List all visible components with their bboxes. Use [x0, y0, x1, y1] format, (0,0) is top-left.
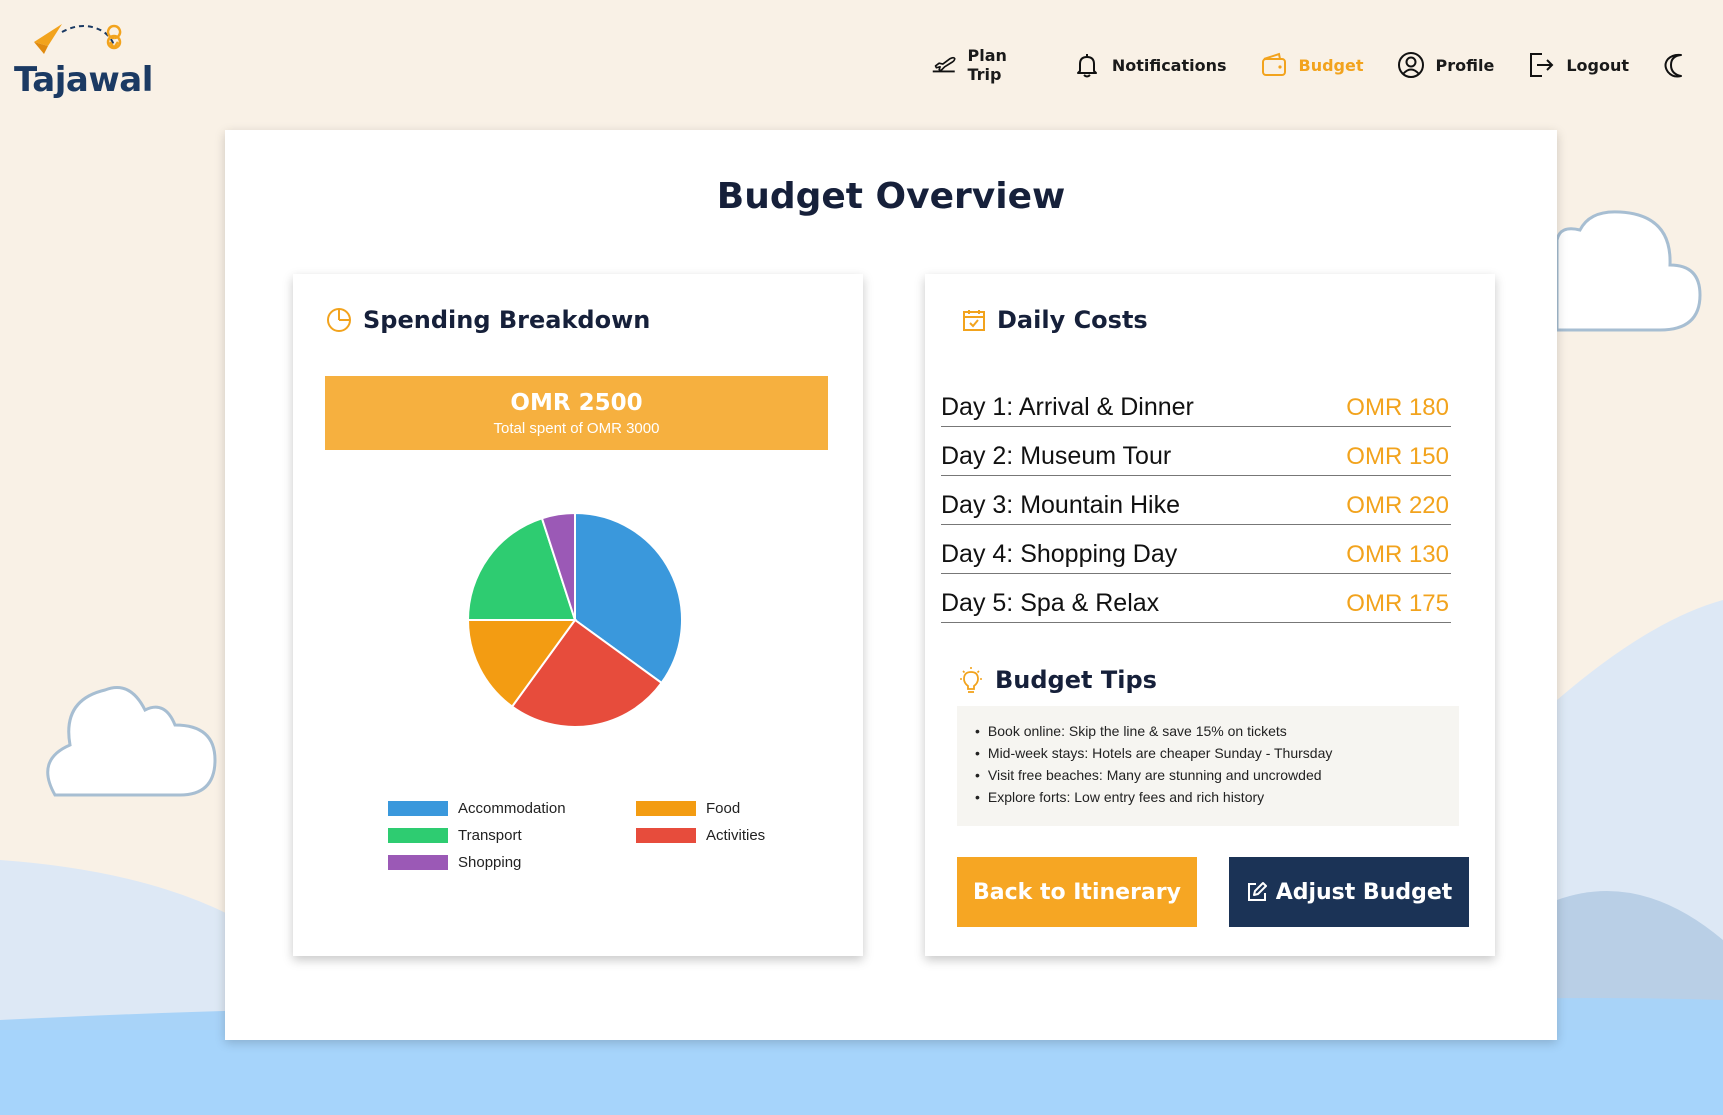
- total-amount: OMR 2500: [510, 390, 643, 416]
- bell-icon: [1076, 54, 1097, 78]
- cloud-left: [46, 686, 217, 797]
- nav-label: Notifications: [1111, 55, 1227, 75]
- nav-logout[interactable]: Logout: [1526, 50, 1629, 80]
- plane-icon: [932, 56, 956, 73]
- cost-day-label: Day 5: Spa & Relax: [941, 589, 1160, 617]
- top-nav: Plan Trip Notifications Budget Profile L…: [930, 46, 1723, 84]
- moon-icon: [1664, 53, 1682, 78]
- pie-clock-icon: [327, 308, 351, 332]
- paper-plane-route-icon: [34, 24, 122, 54]
- cost-amount: OMR 220: [1346, 492, 1449, 519]
- cost-amount: OMR 150: [1346, 443, 1449, 470]
- tip-item: Book online: Skip the line & save 15% on…: [975, 720, 1459, 742]
- nav-label: Budget: [1298, 55, 1364, 75]
- spending-breakdown-panel: Spending Breakdown OMR 2500 Total spent …: [293, 274, 863, 956]
- cost-day-label: Day 2: Museum Tour: [941, 442, 1172, 470]
- calendar-check-icon: [963, 310, 985, 331]
- list-item: Day 3: Mountain Hike OMR 220: [941, 476, 1451, 525]
- user-circle-icon: [1397, 52, 1424, 78]
- legend-item[interactable]: Transport: [388, 827, 522, 844]
- cost-amount: OMR 175: [1346, 590, 1449, 617]
- cost-amount: OMR 130: [1346, 541, 1449, 568]
- back-to-itinerary-button[interactable]: Back to Itinerary: [957, 857, 1197, 927]
- spending-header: Spending Breakdown: [325, 306, 650, 334]
- nav-budget[interactable]: Budget: [1259, 50, 1364, 80]
- nav-profile[interactable]: Profile: [1396, 50, 1495, 80]
- legend-item[interactable]: Food: [636, 800, 740, 817]
- nav-label: Logout: [1566, 55, 1629, 75]
- cost-day-label: Day 4: Shopping Day: [941, 540, 1178, 568]
- wallet-icon: [1261, 52, 1286, 76]
- legend-label: Transport: [458, 827, 522, 844]
- list-item: Day 4: Shopping Day OMR 130: [941, 525, 1451, 574]
- cost-day-label: Day 3: Mountain Hike: [941, 491, 1181, 519]
- adjust-budget-button[interactable]: Adjust Budget: [1229, 857, 1469, 927]
- nav-notifications[interactable]: Notifications: [1072, 50, 1227, 80]
- legend-label: Food: [706, 800, 741, 817]
- daily-costs-title: Daily Costs: [997, 306, 1148, 334]
- spending-pie-chart: [466, 511, 683, 728]
- daily-cost-list: Day 1: Arrival & Dinner OMR 180 Day 2: M…: [941, 378, 1451, 623]
- list-item: Day 1: Arrival & Dinner OMR 180: [941, 378, 1451, 427]
- legend-swatch: [636, 828, 696, 843]
- brand-logo[interactable]: Tajawal: [14, 20, 153, 100]
- daily-costs-header: Daily Costs: [961, 306, 1148, 334]
- brand-name: Tajawal: [14, 60, 153, 100]
- page-title: Budget Overview: [716, 176, 1066, 217]
- legend-swatch: [388, 801, 448, 816]
- budget-tips-box: Book online: Skip the line & save 15% on…: [957, 706, 1459, 826]
- back-button-label: Back to Itinerary: [973, 879, 1181, 905]
- budget-tips-header: Budget Tips: [957, 666, 1157, 694]
- legend-item[interactable]: Shopping: [388, 854, 521, 871]
- tip-item: Explore forts: Low entry fees and rich h…: [975, 786, 1459, 808]
- cost-day-label: Day 1: Arrival & Dinner: [941, 393, 1194, 421]
- adjust-button-label: Adjust Budget: [1275, 879, 1453, 905]
- legend-item[interactable]: Accommodation: [388, 800, 566, 817]
- spending-title: Spending Breakdown: [363, 306, 651, 334]
- cost-amount: OMR 180: [1346, 394, 1449, 421]
- tip-item: Mid-week stays: Hotels are cheaper Sunda…: [975, 742, 1459, 764]
- list-item: Day 2: Museum Tour OMR 150: [941, 427, 1451, 476]
- nav-label: Profile: [1435, 55, 1495, 75]
- tip-item: Visit free beaches: Many are stunning an…: [975, 764, 1459, 786]
- edit-icon: [1247, 882, 1267, 901]
- tips-list: Book online: Skip the line & save 15% on…: [975, 720, 1459, 808]
- legend-label: Shopping: [458, 854, 522, 871]
- daily-costs-panel: Daily Costs Day 1: Arrival & Dinner OMR …: [925, 274, 1495, 956]
- logout-icon: [1530, 53, 1554, 77]
- legend-label: Accommodation: [458, 800, 566, 817]
- total-caption: Total spent of OMR 3000: [493, 420, 660, 437]
- nav-plan-trip[interactable]: Plan Trip: [930, 46, 1040, 84]
- list-item: Day 5: Spa & Relax OMR 175: [941, 574, 1451, 623]
- legend-swatch: [636, 801, 696, 816]
- lightbulb-icon: [960, 667, 982, 693]
- legend-item[interactable]: Activities: [636, 827, 765, 844]
- legend-swatch: [388, 855, 448, 870]
- budget-tips-title: Budget Tips: [995, 666, 1157, 694]
- total-spent-banner: OMR 2500 Total spent of OMR 3000: [325, 376, 828, 450]
- theme-toggle[interactable]: [1661, 50, 1691, 80]
- budget-overview-card: Budget Overview Spending Breakdown OMR 2…: [225, 130, 1557, 1040]
- legend-swatch: [388, 828, 448, 843]
- cloud-right: [1555, 210, 1702, 332]
- nav-label: Plan Trip: [967, 46, 1007, 84]
- legend-label: Activities: [706, 827, 766, 844]
